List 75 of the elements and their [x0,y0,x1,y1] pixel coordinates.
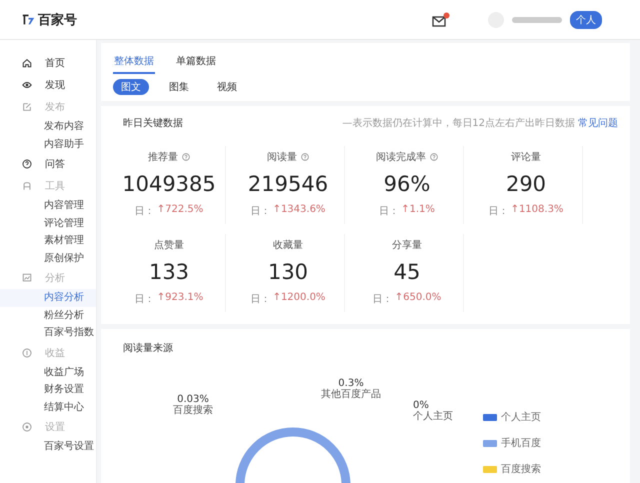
day-label: 日： [250,293,271,306]
sidebar-subitem[interactable]: 评论管理 [0,214,96,232]
metric-label: 分享量 [392,238,422,252]
metric-label: 阅读完成率 [376,150,426,164]
metric-change: ↑722.5% [156,204,204,217]
metric-change: ↑1343.6% [272,204,326,217]
content-type-tab[interactable]: 图集 [161,79,197,95]
metric-value: 219546 [248,172,328,196]
faq-link[interactable]: 常见问题 [578,116,618,130]
brand-name: 百家号 [38,12,77,28]
home-icon [22,58,32,68]
metric-value: 96% [384,172,430,196]
account-type-badge: 个人 [570,10,602,28]
day-label: 日： [379,205,400,218]
logo-icon [22,13,35,26]
section-title: 昨日关键数据 [122,116,183,130]
sidebar-subitem[interactable]: 财务设置 [0,381,96,398]
section-title: 阅读量来源 [122,342,174,355]
blurred-name [512,16,562,22]
sidebar-subitem[interactable]: 原创保护 [0,250,96,267]
sidebar-subitem[interactable]: 内容助手 [0,136,96,153]
data-note: —表示数据仍在计算中，每日12点左右产出昨日数据 [342,116,575,130]
day-label: 日： [250,205,271,218]
metric-label: 阅读量 [267,150,297,164]
content-type-tab[interactable]: 图文 [113,79,149,95]
edit-icon [22,102,32,112]
help-icon[interactable] [430,153,438,161]
metric-value: 45 [394,260,420,284]
eye-icon [22,80,32,90]
metric-value: 133 [148,260,190,284]
metric-label: 评论量 [511,151,541,164]
sidebar-subitem[interactable]: 素材管理 [0,232,96,250]
legend-item[interactable]: 百度搜索 [483,462,541,476]
data-tab[interactable]: 整体数据 [113,51,155,74]
sidebar-subitem[interactable]: 粉丝分析 [0,306,96,324]
sidebar-subitem[interactable]: 结算中心 [0,398,96,416]
metric-change: ↑923.1% [156,292,204,305]
day-label: 日： [134,205,155,218]
sidebar-item[interactable]: 首页 [0,52,96,74]
metric-value: 130 [268,260,308,284]
slice-name: 百度搜索 [173,406,213,416]
legend-item[interactable]: 手机百度 [483,436,541,450]
sidebar-item[interactable]: 发现 [0,74,96,96]
help-icon[interactable] [301,153,309,161]
slice-percent: 0% [413,401,430,411]
mail-icon[interactable] [432,12,450,28]
sidebar-subitem[interactable]: 百家号指数 [0,324,96,342]
slice-name: 其他百度产品 [321,390,381,400]
metric-label: 推荐量 [148,150,178,164]
metric-change: ↑1200.0% [272,292,326,305]
question-icon [22,159,32,169]
day-label: 日： [134,293,155,306]
sidebar-subitem[interactable]: 百家号设置 [0,438,96,456]
content-type-tab[interactable]: 视频 [209,79,245,95]
data-tab[interactable]: 单篇数据 [175,51,217,74]
slice-percent: 0.3% [337,379,364,389]
chart-icon [22,273,32,283]
day-label: 日： [488,205,509,218]
sidebar-subitem[interactable]: 收益广场 [0,364,96,381]
metric-change: ↑1.1% [401,204,435,217]
metric-value: 290 [506,172,546,196]
sidebar-subitem[interactable]: 内容分析 [0,289,96,306]
legend-item[interactable]: 个人主页 [483,410,541,424]
metric-label: 收藏量 [273,238,303,252]
metric-value: 1049385 [122,172,216,196]
slice-percent: 0.03% [176,395,209,405]
help-icon[interactable] [182,153,190,161]
metric-change: ↑1108.3% [510,204,564,217]
metric-label: 点赞量 [154,238,184,252]
slice-name: 个人主页 [413,412,453,422]
sidebar-subitem[interactable]: 发布内容 [0,118,96,136]
sidebar-item[interactable]: 问答 [0,153,96,175]
day-label: 日： [372,293,393,306]
metric-change: ↑650.0% [394,292,442,305]
sidebar-subitem[interactable]: 内容管理 [0,197,96,214]
